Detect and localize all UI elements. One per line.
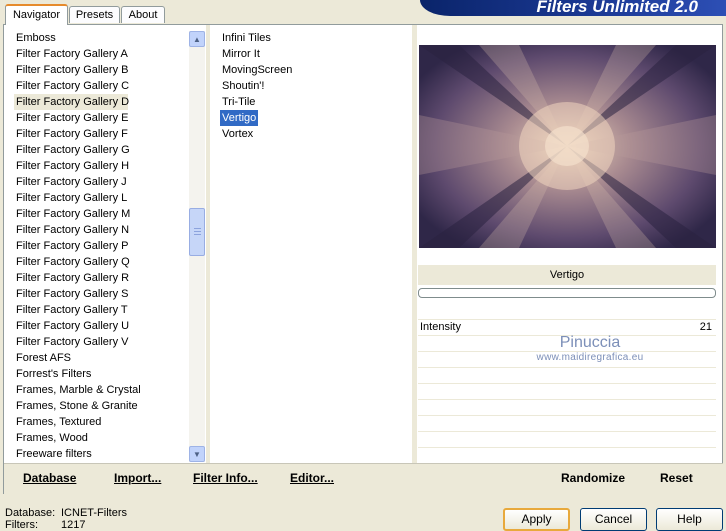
tab-presets[interactable]: Presets [69, 6, 120, 23]
category-item[interactable]: Filter Factory Gallery Q [14, 254, 130, 270]
apply-button[interactable]: Apply [503, 508, 570, 531]
category-list[interactable]: Emboss Filter Factory Gallery A Filter Fac… [14, 30, 141, 462]
param-row-empty [418, 448, 716, 464]
category-item[interactable]: Frames, Stone & Granite [14, 398, 138, 414]
param-row-empty [418, 416, 716, 432]
selected-filter-name: Vertigo [418, 265, 716, 285]
category-item[interactable]: Forest AFS [14, 350, 128, 366]
editor-button[interactable]: Editor... [290, 471, 334, 485]
category-item[interactable]: Filter Factory Gallery S [14, 286, 128, 302]
param-value: 21 [699, 321, 712, 333]
category-item[interactable]: Filter Factory Gallery R [14, 270, 129, 286]
category-scrollbar[interactable]: ▲ ▼ [189, 31, 205, 462]
category-item[interactable]: Filter Factory Gallery T [14, 302, 128, 318]
column-divider [206, 25, 210, 464]
category-item[interactable]: Filter Factory Gallery M [14, 206, 130, 222]
filter-item[interactable]: Tri-Tile [220, 94, 340, 110]
category-item[interactable]: Filter Factory Gallery J [14, 174, 128, 190]
filter-item[interactable]: Vertigo [220, 110, 340, 126]
category-item[interactable]: Filter Factory Gallery H [14, 158, 129, 174]
category-item[interactable]: Filter Factory Gallery G [14, 142, 130, 158]
filter-item[interactable]: Infini Tiles [220, 30, 340, 46]
preview-image [419, 45, 716, 248]
category-item[interactable]: Filter Factory Gallery D [14, 94, 129, 110]
tab-navigator[interactable]: Navigator [5, 4, 68, 25]
tab-about[interactable]: About [121, 6, 165, 23]
param-name: Intensity [420, 321, 461, 333]
category-item[interactable]: Filter Factory Gallery L [14, 190, 128, 206]
param-row-empty [418, 304, 716, 320]
status-filters: Filters: 1217 [5, 519, 86, 531]
filter-list[interactable]: Infini Tiles Mirror It MovingScreen Shoutin… [220, 30, 340, 142]
app-title-banner: Filters Unlimited 2.0 [420, 0, 726, 16]
filter-info-button[interactable]: Filter Info... [193, 471, 258, 485]
status-database: Database: ICNET-Filters [5, 507, 127, 519]
filter-item[interactable]: Mirror It [220, 46, 340, 62]
param-row-empty [418, 400, 716, 416]
category-item[interactable]: Freeware filters [14, 446, 128, 462]
param-row-empty [418, 368, 716, 384]
param-row-empty [418, 384, 716, 400]
randomize-button[interactable]: Randomize [561, 471, 625, 485]
reset-button[interactable]: Reset [660, 471, 693, 485]
filter-item[interactable]: Vortex [220, 126, 340, 142]
progress-bar [418, 288, 716, 298]
column-divider [412, 25, 417, 464]
filter-item-selected[interactable]: Vertigo [220, 110, 259, 126]
import-button[interactable]: Import... [114, 471, 161, 485]
scroll-up-button[interactable]: ▲ [189, 31, 205, 47]
scroll-down-button[interactable]: ▼ [189, 446, 205, 462]
category-item[interactable]: Filter Factory Gallery C [14, 78, 129, 94]
category-item[interactable]: Filter Factory Gallery U [14, 318, 129, 334]
category-item[interactable]: Emboss [14, 30, 128, 46]
watermark: Pinuccia www.maidiregrafica.eu [536, 334, 644, 363]
database-button[interactable]: Database [23, 471, 76, 485]
scroll-thumb[interactable] [189, 208, 205, 256]
category-item[interactable]: Frames, Wood [14, 430, 128, 446]
category-item[interactable]: Forrest's Filters [14, 366, 128, 382]
param-row-empty [418, 432, 716, 448]
vertigo-preview-art [419, 45, 716, 248]
category-item[interactable]: Filter Factory Gallery E [14, 110, 128, 126]
category-item[interactable]: Filter Factory Gallery P [14, 238, 128, 254]
filter-item[interactable]: Shoutin'! [220, 78, 340, 94]
category-item[interactable]: Filter Factory Gallery V [14, 334, 128, 350]
filter-item[interactable]: MovingScreen [220, 62, 340, 78]
category-item[interactable]: Filter Factory Gallery A [14, 46, 128, 62]
category-item[interactable]: Filter Factory Gallery B [14, 62, 128, 78]
cancel-button[interactable]: Cancel [580, 508, 647, 531]
category-item[interactable]: Filter Factory Gallery N [14, 222, 129, 238]
help-button[interactable]: Help [656, 508, 723, 531]
category-item[interactable]: Frames, Marble & Crystal [14, 382, 141, 398]
category-item[interactable]: Frames, Textured [14, 414, 128, 430]
category-item[interactable]: Filter Factory Gallery F [14, 126, 128, 142]
